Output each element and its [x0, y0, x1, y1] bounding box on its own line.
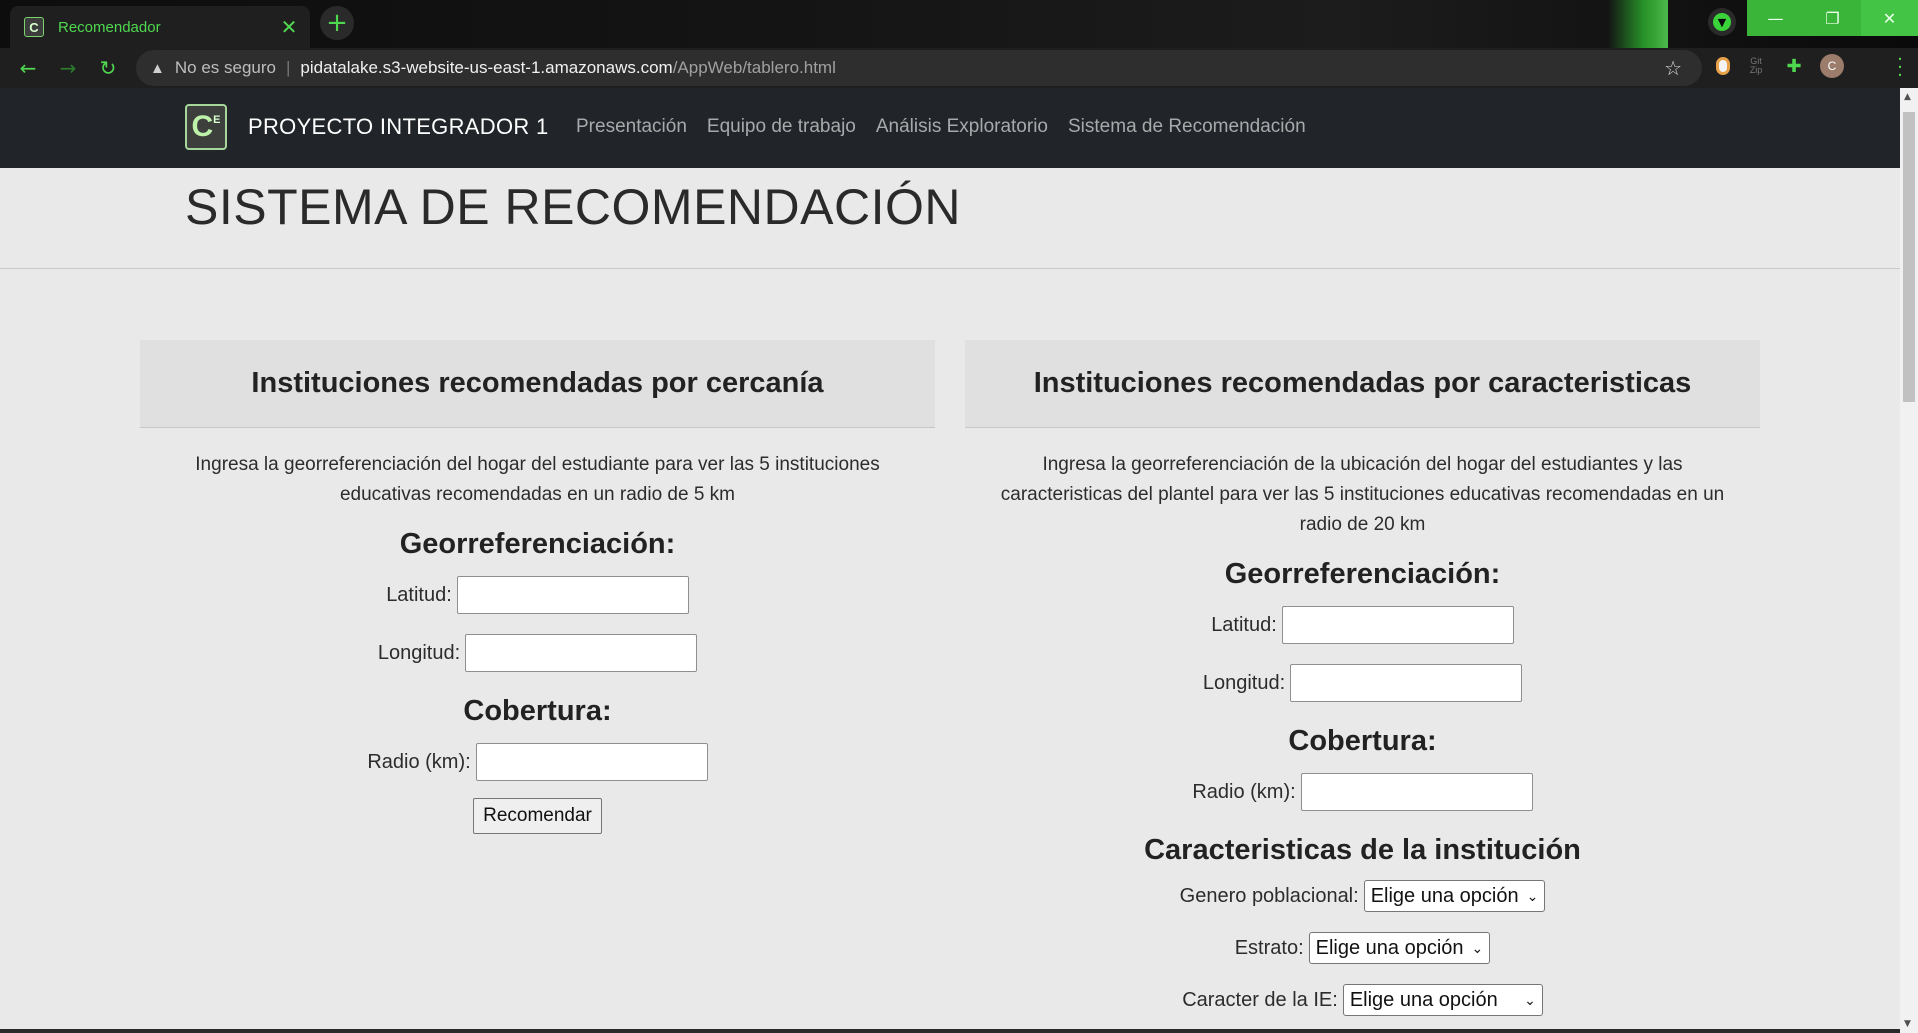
logo-superscript: E	[213, 114, 221, 126]
radius-row: Radio (km):	[160, 738, 915, 786]
stratum-select[interactable]: Elige una opción ⌄	[1308, 932, 1491, 964]
puzzle-extensions-icon[interactable]: ✚	[1782, 54, 1806, 78]
coverage-heading: Cobertura:	[1288, 725, 1437, 757]
geo-heading: Georreferenciación:	[1224, 558, 1501, 590]
latitude-input[interactable]	[456, 576, 689, 614]
restore-button[interactable]: ❐	[1804, 0, 1861, 36]
select-value: Elige una opción	[1370, 884, 1519, 907]
site-navbar: CE PROYECTO INTEGRADOR 1 Presentación Eq…	[0, 88, 1900, 168]
address-bar[interactable]: ▲ No es seguro | pidatalake.s3-website-u…	[136, 50, 1702, 86]
card-body: Ingresa la georreferenciación del hogar …	[140, 450, 935, 834]
bookmark-star-icon[interactable]: ☆	[1664, 56, 1682, 81]
card-description: Ingresa la georreferenciación del hogar …	[195, 454, 880, 505]
tab-title: Recomendador	[58, 18, 161, 36]
title-divider	[0, 268, 1900, 269]
character-label: Caracter de la IE:	[1182, 988, 1338, 1011]
url-path: /AppWeb/tablero.html	[672, 58, 836, 77]
new-tab-button[interactable]: +	[320, 6, 354, 40]
nav-link-analisis[interactable]: Análisis Exploratorio	[876, 116, 1048, 138]
nav-link-presentacion[interactable]: Presentación	[576, 116, 687, 138]
radius-input[interactable]	[475, 743, 708, 781]
character-row: Caracter de la IE: Elige una opción ⌄	[985, 977, 1740, 1023]
site-brand[interactable]: PROYECTO INTEGRADOR 1	[248, 114, 549, 140]
reload-icon[interactable]: ↻	[96, 56, 120, 80]
card-body: Ingresa la georreferenciación de la ubic…	[965, 450, 1760, 1023]
radius-input[interactable]	[1300, 773, 1533, 811]
chevron-down-icon: ⌄	[1524, 991, 1536, 1008]
recommend-button[interactable]: Recomendar	[473, 798, 602, 834]
latitude-label: Latitud:	[1211, 613, 1277, 636]
profile-avatar[interactable]: C	[1820, 54, 1844, 78]
window-controls: — ❐ ✕	[1747, 0, 1918, 36]
minimize-button[interactable]: —	[1747, 0, 1804, 36]
scrollbar-thumb[interactable]	[1903, 112, 1915, 402]
latitude-row: Latitud:	[985, 601, 1740, 649]
longitude-input[interactable]	[465, 634, 698, 672]
nav-link-equipo[interactable]: Equipo de trabajo	[707, 116, 856, 138]
character-select[interactable]: Elige una opción ⌄	[1342, 984, 1543, 1016]
select-value: Elige una opción	[1315, 936, 1464, 959]
browser-tab[interactable]: C Recomendador ✕	[10, 6, 310, 48]
longitude-row: Longitud:	[985, 659, 1740, 707]
site-favicon-icon: C	[24, 17, 44, 37]
tab-close-icon[interactable]: ✕	[278, 15, 300, 39]
back-arrow-icon[interactable]: ←	[16, 56, 40, 80]
page-title: SISTEMA DE RECOMENDACIÓN	[185, 179, 961, 235]
scroll-up-arrow-icon[interactable]: ▲	[1904, 92, 1911, 102]
extension-bar: Git Zip ✚ C	[1716, 54, 1844, 78]
proximity-recommendation-card: Instituciones recomendadas por cercanía …	[140, 340, 935, 1033]
radius-row: Radio (km):	[985, 768, 1740, 816]
coverage-heading: Cobertura:	[463, 695, 612, 727]
card-description: Ingresa la georreferenciación de la ubic…	[1000, 454, 1725, 535]
radius-label: Radio (km):	[1192, 780, 1296, 803]
gitzip-extension-icon[interactable]: Git Zip	[1744, 54, 1768, 78]
page-scrollbar[interactable]: ▲ ▼	[1900, 88, 1918, 1033]
features-recommendation-card: Instituciones recomendadas por caracteri…	[965, 340, 1760, 1033]
card-header: Instituciones recomendadas por caracteri…	[965, 340, 1760, 428]
url-host: pidatalake.s3-website-us-east-1.amazonaw…	[300, 58, 673, 77]
bottom-edge	[0, 1029, 1900, 1033]
latitude-row: Latitud:	[160, 571, 915, 619]
close-window-button[interactable]: ✕	[1861, 0, 1918, 36]
site-logo[interactable]: CE	[185, 104, 227, 150]
logo-letter: C	[191, 110, 214, 143]
longitude-row: Longitud:	[160, 629, 915, 677]
gender-select[interactable]: Elige una opción ⌄	[1363, 880, 1546, 912]
longitude-label: Longitud:	[1202, 671, 1286, 694]
warning-triangle-icon[interactable]: ▲	[150, 60, 165, 77]
longitude-input[interactable]	[1290, 664, 1523, 702]
scroll-down-arrow-icon[interactable]: ▼	[1904, 1019, 1911, 1029]
latitude-label: Latitud:	[386, 583, 452, 606]
browser-menu-icon[interactable]: · · ·	[1896, 51, 1904, 85]
geo-heading: Georreferenciación:	[399, 528, 676, 560]
nav-link-sistema[interactable]: Sistema de Recomendación	[1068, 116, 1306, 138]
extension-icon[interactable]	[1716, 57, 1730, 75]
chevron-down-icon: ⌄	[1526, 887, 1539, 904]
gender-row: Genero poblacional: Elige una opción ⌄	[985, 873, 1740, 919]
stratum-label: Estrato:	[1234, 936, 1304, 959]
browser-tab-strip: C Recomendador ✕ + ▼ — ❐ ✕	[0, 0, 1918, 48]
browser-toolbar: ← → ↻ ▲ No es seguro | pidatalake.s3-web…	[0, 48, 1918, 88]
nav-links: Presentación Equipo de trabajo Análisis …	[576, 116, 1306, 138]
features-heading: Caracteristicas de la institución	[1144, 834, 1581, 866]
select-value: Elige una opción	[1349, 988, 1498, 1011]
extension-download-icon[interactable]: ▼	[1708, 8, 1736, 36]
latitude-input[interactable]	[1281, 606, 1514, 644]
card-header: Instituciones recomendadas por cercanía	[140, 340, 935, 428]
longitude-label: Longitud:	[377, 641, 461, 664]
chevron-down-icon: ⌄	[1471, 939, 1484, 956]
address-separator: |	[285, 58, 291, 77]
stratum-row: Estrato: Elige una opción ⌄	[985, 925, 1740, 971]
radius-label: Radio (km):	[367, 750, 471, 773]
security-status[interactable]: No es seguro	[175, 58, 276, 78]
forward-arrow-icon[interactable]: →	[56, 56, 80, 80]
gender-label: Genero poblacional:	[1179, 884, 1359, 907]
